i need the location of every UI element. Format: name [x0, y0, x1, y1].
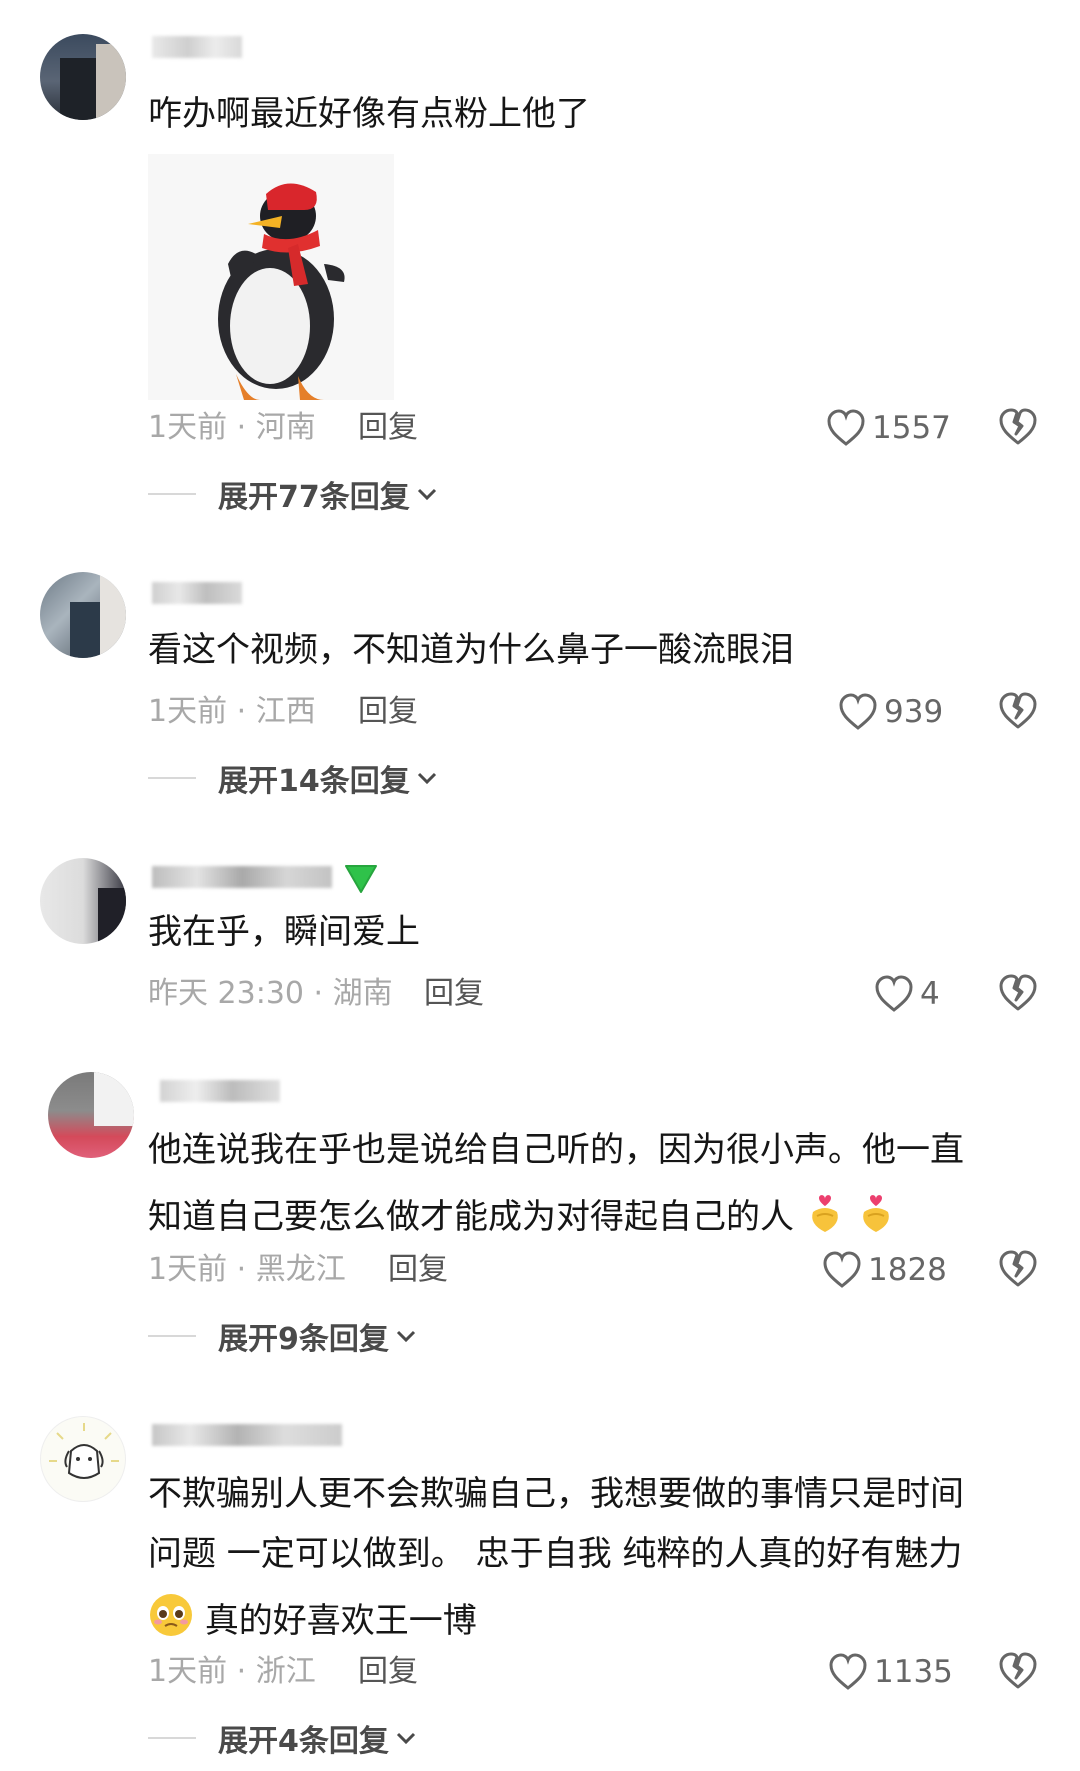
dislike-button[interactable]	[998, 1250, 1038, 1290]
dislike-button[interactable]	[998, 974, 1038, 1014]
comment-time-location: 1天前 · 黑龙江	[148, 1252, 346, 1287]
like-button[interactable]: 4	[874, 974, 940, 1014]
broken-heart-icon	[999, 408, 1037, 445]
comment-text-segment: 真的好喜欢王一博	[204, 1601, 477, 1641]
divider	[148, 493, 196, 495]
avatar[interactable]	[48, 1072, 134, 1158]
avatar[interactable]	[40, 1416, 126, 1502]
dog-doodle-icon	[49, 1423, 119, 1479]
like-count: 1557	[872, 410, 951, 446]
dislike-button[interactable]	[998, 1652, 1038, 1692]
divider	[148, 777, 196, 779]
chevron-down-icon	[396, 1330, 415, 1343]
username[interactable]	[152, 582, 242, 604]
comment-text: 不欺骗别人更不会欺骗自己，我想要做的事情只是时间	[148, 1474, 964, 1514]
username[interactable]	[160, 1080, 280, 1102]
avatar[interactable]	[40, 34, 126, 120]
like-button[interactable]: 1135	[828, 1652, 953, 1692]
like-count: 939	[884, 694, 944, 730]
penguin-image	[148, 154, 394, 400]
reply-button[interactable]: 回复	[424, 976, 484, 1012]
chevron-down-icon	[417, 772, 436, 785]
username[interactable]	[152, 866, 332, 888]
like-count: 1828	[868, 1252, 947, 1288]
username[interactable]	[152, 1424, 342, 1446]
heart-outline-icon	[826, 409, 866, 447]
heart-outline-icon	[838, 693, 878, 731]
comment-text: 咋办啊最近好像有点粉上他了	[148, 94, 590, 134]
broken-heart-icon	[999, 1652, 1037, 1689]
divider	[148, 1335, 196, 1337]
comment-time-location: 昨天 23:30 · 湖南	[148, 976, 393, 1011]
reply-button[interactable]: 回复	[358, 694, 418, 730]
comment-time-location: 1天前 · 河南	[148, 410, 316, 445]
expand-replies-label: 展开14条回复	[218, 764, 410, 799]
comment-time-location: 1天前 · 浙江	[148, 1654, 316, 1689]
pleading-face-emoji-icon	[148, 1592, 194, 1647]
chevron-down-icon	[396, 1732, 415, 1745]
divider	[148, 1737, 196, 1739]
comment-text-segment: 知道自己要怎么做才能成为对得起自己的人	[148, 1197, 794, 1237]
dislike-button[interactable]	[998, 692, 1038, 732]
comment-text: 他连说我在乎也是说给自己听的，因为很小声。他一直	[148, 1130, 964, 1170]
expand-replies-label: 展开77条回复	[218, 480, 410, 515]
like-button[interactable]: 1557	[826, 408, 951, 448]
expand-replies-button[interactable]: 展开4条回复	[148, 1718, 417, 1759]
like-count: 4	[920, 976, 940, 1012]
like-button[interactable]: 939	[838, 692, 943, 732]
like-button[interactable]: 1828	[822, 1250, 947, 1290]
broken-heart-icon	[999, 692, 1037, 729]
comment-text: 我在乎，瞬间爱上	[148, 912, 420, 952]
expand-replies-label: 展开4条回复	[218, 1724, 389, 1759]
heart-outline-icon	[828, 1653, 868, 1691]
comment-image[interactable]	[148, 154, 394, 400]
reply-button[interactable]: 回复	[358, 1654, 418, 1690]
like-count: 1135	[874, 1654, 953, 1690]
heart-hands-emoji-icon	[856, 1190, 896, 1243]
username[interactable]	[152, 36, 242, 58]
broken-heart-icon	[999, 974, 1037, 1011]
expand-replies-label: 展开9条回复	[218, 1322, 389, 1357]
dislike-button[interactable]	[998, 408, 1038, 448]
heart-outline-icon	[874, 975, 914, 1013]
chevron-down-icon	[417, 488, 436, 501]
reply-button[interactable]: 回复	[388, 1252, 448, 1288]
heart-outline-icon	[822, 1251, 862, 1289]
expand-replies-button[interactable]: 展开77条回复	[148, 474, 438, 515]
comment-time-location: 1天前 · 江西	[148, 694, 316, 729]
comment-text-line-2: 知道自己要怎么做才能成为对得起自己的人	[148, 1190, 896, 1243]
heart-hands-emoji-icon	[805, 1190, 845, 1243]
green-down-arrow-badge-icon	[342, 862, 380, 896]
expand-replies-button[interactable]: 展开9条回复	[148, 1316, 417, 1357]
comment-text-line-2: 问题 一定可以做到。 忠于自我 纯粹的人真的好有魅力	[148, 1534, 963, 1574]
comment-text-line-3: 真的好喜欢王一博	[148, 1592, 477, 1647]
reply-button[interactable]: 回复	[358, 410, 418, 446]
avatar[interactable]	[40, 572, 126, 658]
expand-replies-button[interactable]: 展开14条回复	[148, 758, 438, 799]
comment-text: 看这个视频，不知道为什么鼻子一酸流眼泪	[148, 630, 794, 670]
avatar[interactable]	[40, 858, 126, 944]
broken-heart-icon	[999, 1250, 1037, 1287]
